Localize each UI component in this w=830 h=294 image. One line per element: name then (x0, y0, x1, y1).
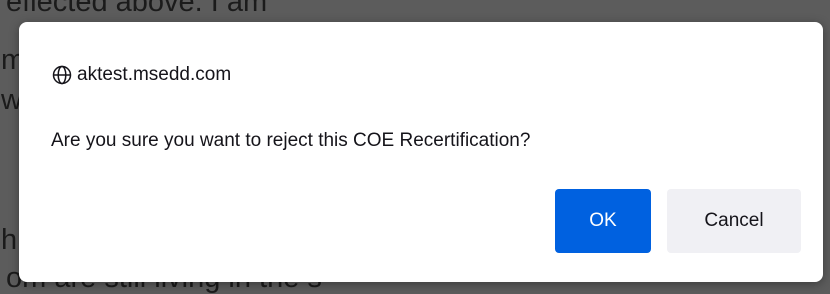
globe-icon (52, 65, 72, 85)
cancel-button[interactable]: Cancel (667, 189, 801, 253)
confirm-dialog: aktest.msedd.com Are you sure you want t… (19, 22, 823, 282)
background-text: eflected above. I am (6, 0, 268, 18)
background-text: h (1, 224, 18, 256)
origin-domain: aktest.msedd.com (77, 64, 232, 85)
dialog-origin: aktest.msedd.com (52, 63, 231, 87)
ok-button[interactable]: OK (555, 189, 651, 253)
dialog-message: Are you sure you want to reject this COE… (51, 130, 531, 151)
